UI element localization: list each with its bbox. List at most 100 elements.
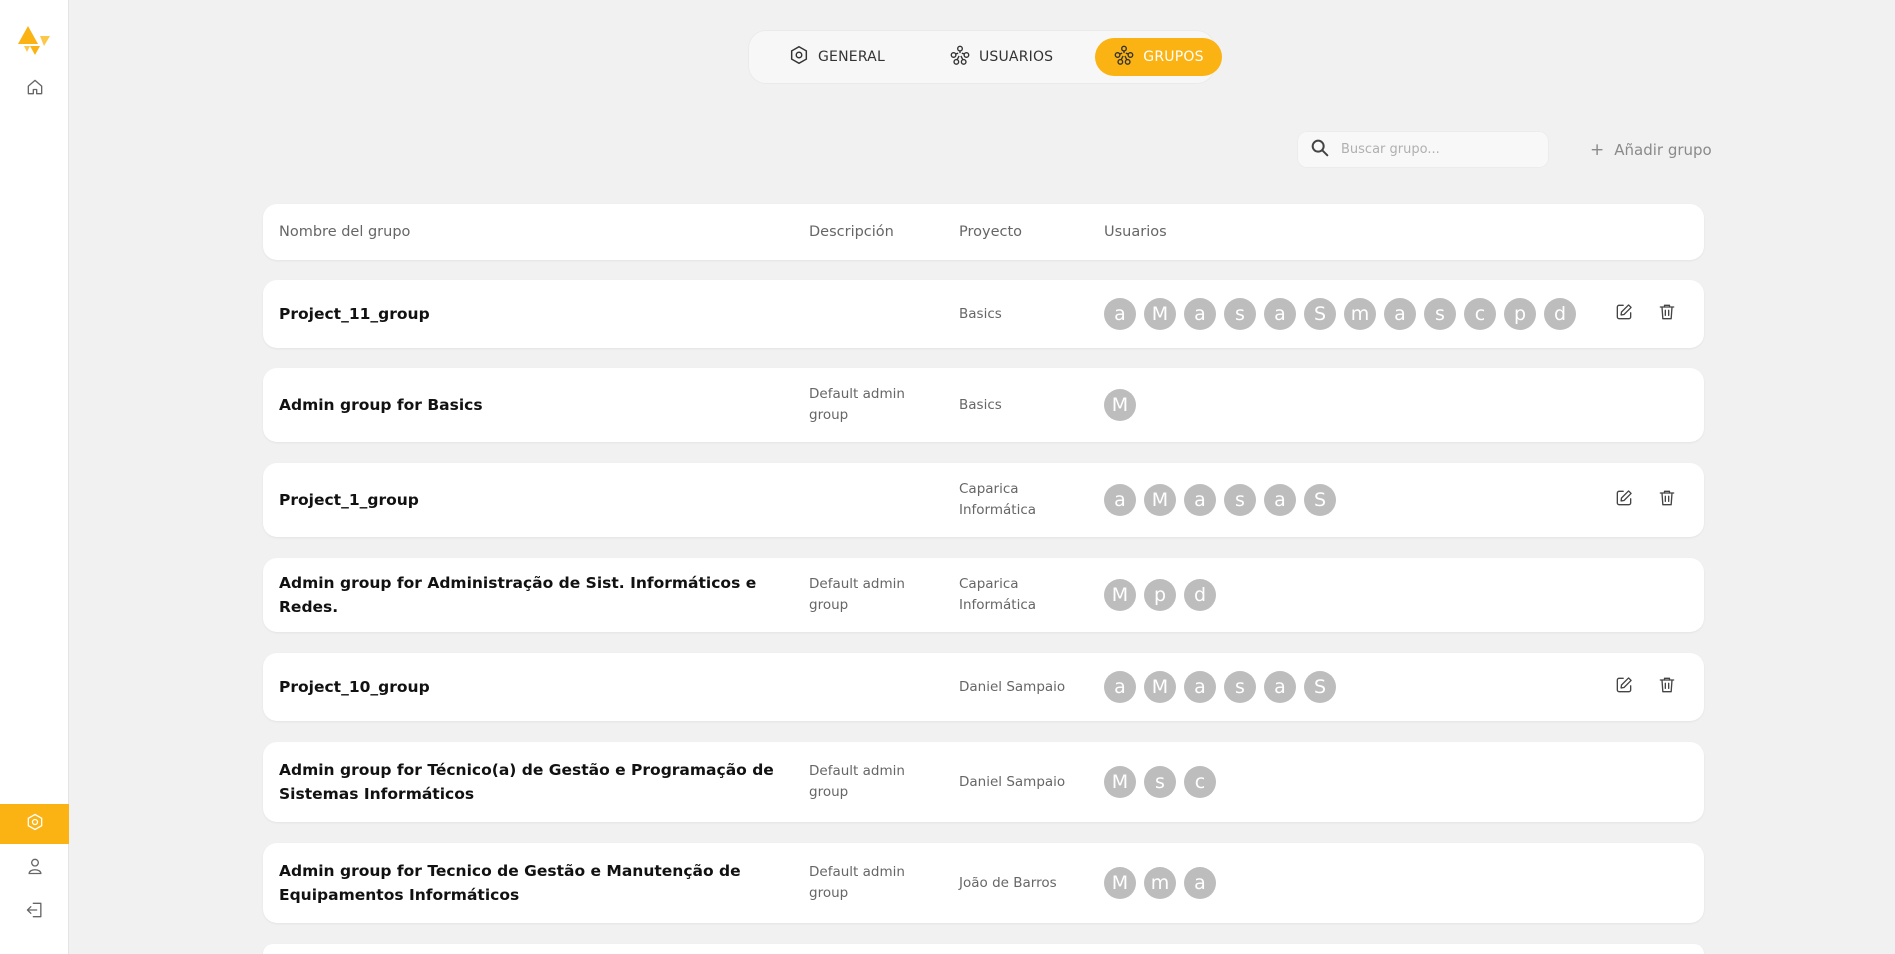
avatar[interactable]: a bbox=[1184, 671, 1216, 703]
edit-group-button[interactable] bbox=[1613, 489, 1635, 511]
table-row[interactable]: Admin group for Técnico(a) de Gestão e P… bbox=[263, 742, 1704, 822]
avatar[interactable]: a bbox=[1184, 298, 1216, 330]
avatar[interactable]: c bbox=[1184, 766, 1216, 798]
add-group-button[interactable]: + Añadir grupo bbox=[1590, 138, 1712, 162]
row-actions bbox=[1592, 280, 1678, 348]
trash-icon bbox=[1657, 302, 1677, 326]
avatar[interactable]: s bbox=[1224, 298, 1256, 330]
group-project: João de Barros bbox=[959, 843, 1089, 923]
avatar[interactable]: a bbox=[1104, 484, 1136, 516]
user-icon bbox=[25, 856, 45, 880]
avatar[interactable]: M bbox=[1144, 298, 1176, 330]
column-header-project[interactable]: Proyecto bbox=[959, 204, 1022, 260]
table-row[interactable]: Admin group for Tecnico de Gestão e Manu… bbox=[263, 843, 1704, 923]
group-description bbox=[809, 280, 929, 348]
table-row[interactable]: Admin group for Administração de Sist. I… bbox=[263, 558, 1704, 632]
avatar[interactable]: s bbox=[1144, 766, 1176, 798]
group-users: aMasaS bbox=[1104, 463, 1604, 537]
group-project-text: Daniel Sampaio bbox=[959, 678, 1066, 695]
users-network-icon bbox=[949, 44, 979, 70]
avatar[interactable]: M bbox=[1144, 671, 1176, 703]
column-header-users[interactable]: Usuarios bbox=[1104, 204, 1167, 260]
avatar[interactable]: m bbox=[1144, 867, 1176, 899]
edit-icon bbox=[1614, 488, 1634, 512]
group-project: Daniel Sampaio bbox=[959, 742, 1089, 822]
trash-icon bbox=[1657, 675, 1677, 699]
avatar[interactable]: S bbox=[1304, 298, 1336, 330]
edit-icon bbox=[1614, 302, 1634, 326]
group-name-text: Admin group for Tecnico de Gestão e Manu… bbox=[279, 862, 741, 904]
avatar[interactable]: a bbox=[1264, 298, 1296, 330]
plus-icon: + bbox=[1590, 140, 1605, 160]
group-project: Basics bbox=[959, 280, 1089, 348]
group-name-text: Project_11_group bbox=[279, 305, 430, 323]
group-name: Project_1_group bbox=[279, 463, 799, 537]
avatar[interactable]: S bbox=[1304, 484, 1336, 516]
table-row[interactable]: Project_1_group Caparica Informática a Ma s a… bbox=[263, 463, 1704, 537]
users-network-icon bbox=[1113, 44, 1143, 70]
group-name: Admin group for Tecnico de Gestão e Manu… bbox=[279, 843, 799, 923]
table-row[interactable] bbox=[263, 944, 1704, 954]
column-header-name[interactable]: Nombre del grupo bbox=[279, 204, 410, 260]
group-description: Default admin group bbox=[809, 843, 929, 923]
avatar[interactable]: p bbox=[1504, 298, 1536, 330]
section-tabs: GENERAL USUARIOS GRUPOS bbox=[748, 30, 1222, 84]
edit-group-button[interactable] bbox=[1613, 303, 1635, 325]
avatar[interactable]: M bbox=[1104, 766, 1136, 798]
group-description-text: Default admin group bbox=[809, 864, 905, 901]
column-header-description[interactable]: Descripción bbox=[809, 204, 894, 260]
group-name-text: Admin group for Administração de Sist. I… bbox=[279, 574, 757, 616]
group-users: Msc bbox=[1104, 742, 1604, 822]
sidebar-item-profile[interactable] bbox=[0, 848, 69, 888]
avatar[interactable]: a bbox=[1184, 867, 1216, 899]
avatar[interactable]: d bbox=[1544, 298, 1576, 330]
avatar[interactable]: s bbox=[1224, 484, 1256, 516]
avatar[interactable]: a bbox=[1264, 671, 1296, 703]
avatar[interactable]: S bbox=[1304, 671, 1336, 703]
group-name-text: Admin group for Técnico(a) de Gestão e P… bbox=[279, 761, 774, 803]
avatar[interactable]: a bbox=[1384, 298, 1416, 330]
tab-general[interactable]: GENERAL bbox=[770, 38, 903, 76]
search-input[interactable] bbox=[1341, 142, 1541, 157]
avatar[interactable]: m bbox=[1344, 298, 1376, 330]
table-row[interactable]: Project_11_group Basics a Ma s a Sm a s c p d bbox=[263, 280, 1704, 348]
add-group-label: Añadir grupo bbox=[1614, 141, 1712, 159]
avatar[interactable]: a bbox=[1264, 484, 1296, 516]
group-description: Default admin group bbox=[809, 742, 929, 822]
avatar[interactable]: a bbox=[1104, 298, 1136, 330]
sidebar-item-logout[interactable] bbox=[0, 892, 69, 932]
app-logo[interactable] bbox=[16, 24, 52, 56]
group-description bbox=[809, 653, 929, 721]
settings-hexagon-icon bbox=[25, 812, 45, 836]
avatar[interactable]: M bbox=[1104, 867, 1136, 899]
avatar[interactable]: a bbox=[1184, 484, 1216, 516]
delete-group-button[interactable] bbox=[1656, 303, 1678, 325]
avatar[interactable]: M bbox=[1104, 579, 1136, 611]
sidebar bbox=[0, 0, 69, 954]
avatar[interactable]: s bbox=[1424, 298, 1456, 330]
group-name: Project_11_group bbox=[279, 280, 799, 348]
delete-group-button[interactable] bbox=[1656, 676, 1678, 698]
avatar[interactable]: d bbox=[1184, 579, 1216, 611]
group-description bbox=[809, 463, 929, 537]
delete-group-button[interactable] bbox=[1656, 489, 1678, 511]
avatar[interactable]: M bbox=[1144, 484, 1176, 516]
table-row[interactable]: Project_10_group Daniel Sampaio a Ma s a S bbox=[263, 653, 1704, 721]
sidebar-item-home[interactable] bbox=[0, 69, 69, 109]
group-project: Daniel Sampaio bbox=[959, 653, 1089, 721]
group-project-text: Basics bbox=[959, 396, 1002, 413]
table-row[interactable]: Admin group for Basics Default admin grou… bbox=[263, 368, 1704, 442]
avatar[interactable]: a bbox=[1104, 671, 1136, 703]
edit-group-button[interactable] bbox=[1613, 676, 1635, 698]
avatar[interactable]: p bbox=[1144, 579, 1176, 611]
logout-icon bbox=[25, 900, 45, 924]
tab-usuarios[interactable]: USUARIOS bbox=[931, 38, 1071, 76]
avatar[interactable]: s bbox=[1224, 671, 1256, 703]
group-project-text: João de Barros bbox=[959, 874, 1057, 891]
group-name: Project_10_group bbox=[279, 653, 799, 721]
settings-hexagon-icon bbox=[788, 44, 818, 70]
sidebar-item-settings[interactable] bbox=[0, 804, 69, 844]
avatar[interactable]: M bbox=[1104, 389, 1136, 421]
avatar[interactable]: c bbox=[1464, 298, 1496, 330]
tab-grupos[interactable]: GRUPOS bbox=[1095, 38, 1222, 76]
